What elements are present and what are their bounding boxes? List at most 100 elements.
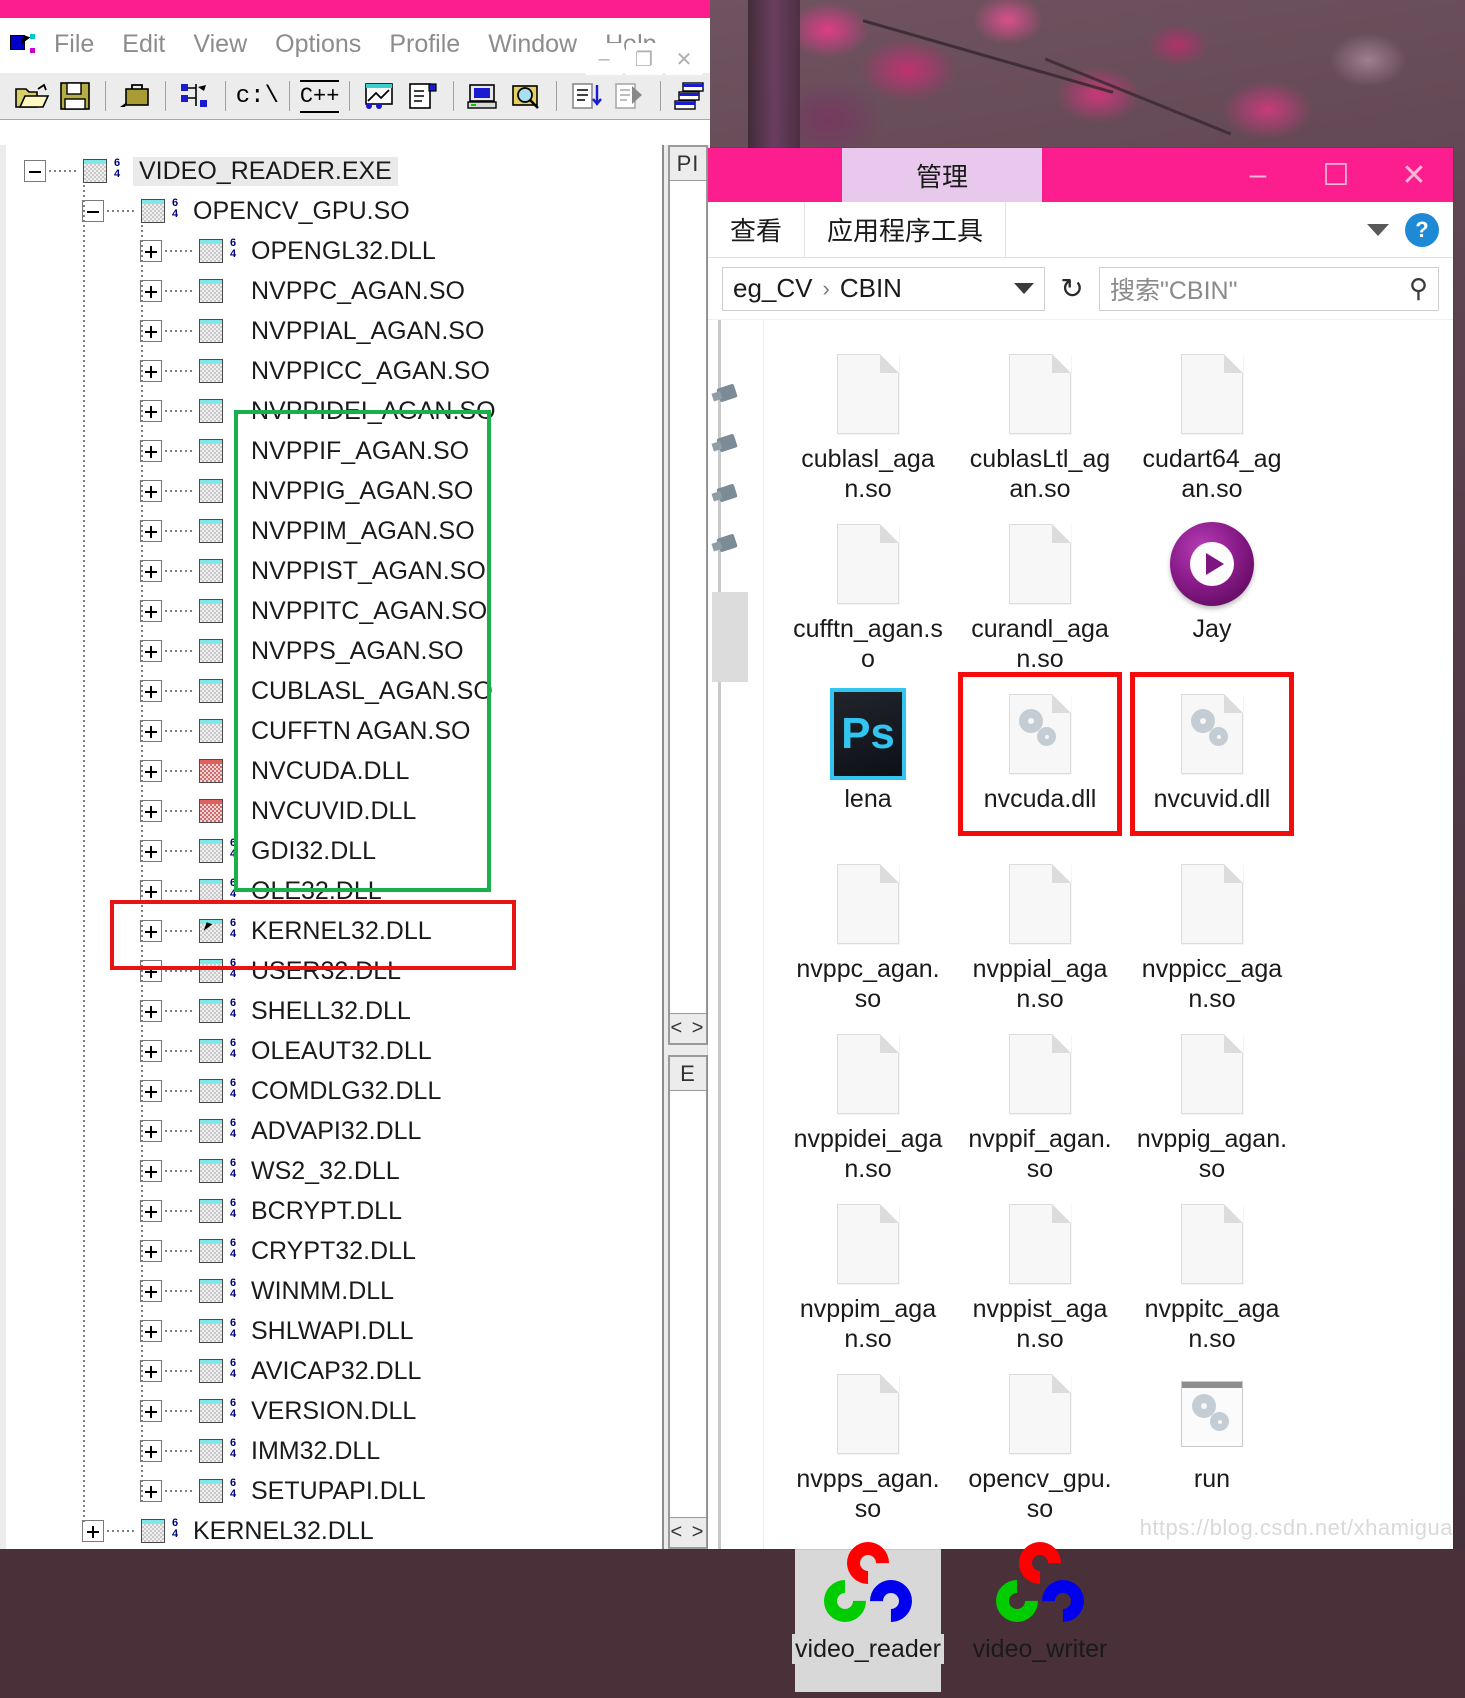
file-item[interactable]: cufftn_agan.so (782, 508, 954, 678)
expand-icon[interactable] (140, 440, 162, 462)
expand-icon[interactable] (140, 760, 162, 782)
tree-item[interactable]: NVPPIAL_AGAN.SO (6, 311, 656, 351)
expand-icon[interactable] (140, 640, 162, 662)
tree-item[interactable]: 6 4 COMDLG32.DLL (6, 1071, 656, 1111)
expand-icon[interactable] (140, 920, 162, 942)
save-icon[interactable] (55, 76, 94, 116)
tree-item[interactable]: 6 4 BCRYPT.DLL (6, 1191, 656, 1231)
expand-icon[interactable] (140, 800, 162, 822)
parent-imports-pane[interactable]: PI < > (668, 145, 708, 1045)
search-input[interactable]: 搜索"CBIN" ⚲ (1099, 266, 1439, 311)
tree-item[interactable]: NVPPITC_AGAN.SO (6, 591, 656, 631)
expand-all-icon[interactable] (360, 76, 399, 116)
expand-icon[interactable] (140, 1120, 162, 1142)
clear-log-icon[interactable] (611, 76, 650, 116)
file-item[interactable]: cudart64_agan.so (1126, 338, 1298, 508)
expand-icon[interactable] (140, 240, 162, 262)
tree-item[interactable]: CUFFTN AGAN.SO (6, 711, 656, 751)
arrange-windows-icon[interactable] (671, 76, 710, 116)
collapse-icon[interactable] (82, 200, 104, 222)
tree-item[interactable]: 6 4 KERNEL32.DLL (6, 911, 656, 951)
expand-icon[interactable] (140, 1280, 162, 1302)
menu-item-options[interactable]: Options (275, 30, 361, 59)
expand-icon[interactable] (140, 600, 162, 622)
tab-view[interactable]: 查看 (708, 202, 804, 258)
tree-item[interactable]: NVPPIF_AGAN.SO (6, 431, 656, 471)
chevron-down-icon[interactable] (1014, 283, 1034, 294)
expand-icon[interactable] (140, 960, 162, 982)
menu-item-window[interactable]: Window (488, 30, 577, 59)
tree-item[interactable]: 6 4 CRYPT32.DLL (6, 1231, 656, 1271)
nav-item-selected[interactable] (712, 592, 748, 682)
search-module-icon[interactable] (507, 76, 546, 116)
file-item[interactable]: Jay (1126, 508, 1298, 678)
full-paths-icon[interactable] (404, 76, 443, 116)
command-prompt-icon[interactable]: c:\ (236, 76, 279, 116)
search-icon[interactable]: ⚲ (1409, 273, 1428, 304)
tree-item[interactable]: NVCUVID.DLL (6, 791, 656, 831)
pin-icon[interactable] (714, 382, 744, 408)
tree-item[interactable]: 6 4 OLEAUT32.DLL (6, 1031, 656, 1071)
expand-icon[interactable] (140, 1240, 162, 1262)
tree-item[interactable]: NVPPICC_AGAN.SO (6, 351, 656, 391)
module-tree-icon[interactable] (176, 76, 215, 116)
expand-icon[interactable] (140, 840, 162, 862)
expand-icon[interactable] (140, 1000, 162, 1022)
tree-item[interactable]: NVPPIDEI_AGAN.SO (6, 391, 656, 431)
tree-item[interactable]: 6 4 SHELL32.DLL (6, 991, 656, 1031)
file-item[interactable]: nvcuvid.dll (1126, 672, 1298, 848)
expand-icon[interactable] (140, 880, 162, 902)
tab-application-tools[interactable]: 应用程序工具 (804, 201, 1007, 258)
tree-item[interactable]: 6 4 AVICAP32.DLL (6, 1351, 656, 1391)
minimize-button[interactable]: – (1219, 148, 1297, 202)
file-item[interactable]: nvppim_agan.so (782, 1188, 954, 1358)
maximize-button[interactable]: ☐ (1297, 148, 1375, 202)
system-info-icon[interactable] (464, 76, 503, 116)
tree-item[interactable]: CUBLASL_AGAN.SO (6, 671, 656, 711)
breadcrumb-item-current[interactable]: CBIN (840, 273, 902, 304)
expand-icon[interactable] (140, 480, 162, 502)
pin-icon[interactable] (714, 532, 744, 558)
menu-item-edit[interactable]: Edit (122, 30, 165, 59)
expand-icon[interactable] (140, 560, 162, 582)
open-folder-icon[interactable] (12, 76, 51, 116)
tree-item[interactable]: 6 4 OPENGL32.DLL (6, 231, 656, 271)
expand-icon[interactable] (82, 1520, 104, 1542)
expand-icon[interactable] (140, 1320, 162, 1342)
chevron-down-icon[interactable] (1367, 223, 1389, 236)
file-grid[interactable]: cublasl_agan.so cublasLtl_agan.so cudart64… (764, 320, 1453, 1692)
module-tree-panel[interactable]: 6 4 VIDEO_READER.EXE 6 4 OPENCV_GPU.SO 6 4 OPENG… (0, 145, 656, 1549)
tree-item[interactable]: 6 4 SETUPAPI.DLL (6, 1471, 656, 1511)
expand-icon[interactable] (140, 1040, 162, 1062)
horizontal-scrollbar[interactable]: < > (670, 1013, 706, 1043)
tree-item[interactable]: NVPPIM_AGAN.SO (6, 511, 656, 551)
manage-contextual-tab[interactable]: 管理 (842, 148, 1042, 202)
tree-item[interactable]: NVPPIST_AGAN.SO (6, 551, 656, 591)
tree-item[interactable]: NVPPS_AGAN.SO (6, 631, 656, 671)
file-item[interactable]: nvppitc_agan.so (1126, 1188, 1298, 1358)
close-button[interactable]: ✕ (666, 43, 702, 75)
refresh-icon[interactable]: ↻ (1055, 272, 1089, 305)
file-item[interactable]: video_writer (954, 1528, 1126, 1698)
sort-icon[interactable] (567, 76, 606, 116)
horizontal-scrollbar-bottom[interactable]: < > (670, 1517, 706, 1547)
pi-column-header[interactable]: PI (670, 147, 706, 181)
tree-item[interactable]: 6 4 OPENCV_GPU.SO (6, 191, 656, 231)
expand-icon[interactable] (140, 1400, 162, 1422)
breadcrumb-item-parent[interactable]: eg_CV (733, 273, 813, 304)
navigation-pane[interactable] (708, 320, 764, 1549)
expand-icon[interactable] (140, 1200, 162, 1222)
exports-pane[interactable]: E < > (668, 1055, 708, 1549)
help-icon[interactable]: ? (1405, 212, 1439, 247)
file-item[interactable]: nvppist_agan.so (954, 1188, 1126, 1358)
file-item[interactable]: nvppidei_agan.so (782, 1018, 954, 1188)
tree-item[interactable]: 6 4 VERSION.DLL (6, 1391, 656, 1431)
expand-icon[interactable] (140, 400, 162, 422)
file-item[interactable]: nvppig_agan.so (1126, 1018, 1298, 1188)
file-item[interactable]: cublasl_agan.so (782, 338, 954, 508)
file-item[interactable]: nvppif_agan.so (954, 1018, 1126, 1188)
file-item[interactable]: nvpps_agan.so (782, 1358, 954, 1528)
tree-item[interactable]: 6 4 ADVAPI32.DLL (6, 1111, 656, 1151)
expand-icon[interactable] (140, 1360, 162, 1382)
minimize-button[interactable]: – (586, 43, 622, 75)
